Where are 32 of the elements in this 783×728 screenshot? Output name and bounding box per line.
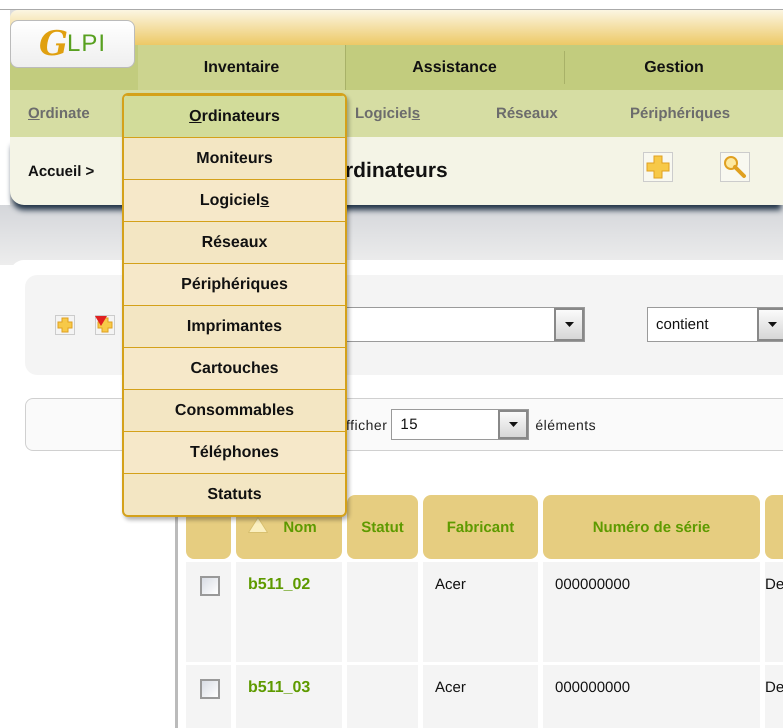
table-cell: 000000000	[543, 562, 760, 662]
operator-select[interactable]: contient	[647, 307, 783, 342]
submenu-link[interactable]: Logiciels	[355, 105, 420, 122]
plus-icon[interactable]	[643, 152, 673, 182]
page-title: rdinateurs	[345, 159, 449, 183]
table-cell: Acer	[423, 665, 538, 728]
pager-label: fficher	[346, 416, 388, 432]
submenu-link[interactable]: Périphériques	[630, 105, 730, 122]
menu-tab[interactable]: Gestion	[565, 51, 783, 84]
menu-item[interactable]: Périphériques	[124, 263, 345, 305]
caret-icon	[508, 422, 518, 427]
menu-item[interactable]: Téléphones	[124, 431, 345, 473]
table-cell: 000000000	[543, 665, 760, 728]
plus-icon[interactable]	[55, 314, 75, 334]
caret-icon	[564, 322, 574, 327]
menu-tab[interactable]: Assistance	[345, 51, 565, 84]
menu-item[interactable]: Statuts	[124, 473, 345, 515]
search-icon[interactable]	[720, 152, 750, 182]
per-page-select[interactable]: 15	[391, 409, 530, 440]
pager-label: éléments	[535, 416, 596, 432]
row-checkbox[interactable]	[200, 679, 220, 699]
submenu-link[interactable]: Réseaux	[496, 105, 558, 122]
submenu-link[interactable]: Ordinate	[28, 105, 90, 122]
row-checkbox[interactable]	[200, 576, 220, 596]
menu-tab[interactable]: Inventaire	[138, 45, 345, 90]
menu-item[interactable]: Ordinateurs	[124, 95, 345, 137]
breadcrumb-link[interactable]: Accueil >	[28, 162, 94, 180]
menu-item[interactable]: Logiciels	[124, 179, 345, 221]
table-cell: Acer	[423, 562, 538, 662]
plus-triangle-icon[interactable]	[95, 314, 115, 334]
caret-icon	[768, 322, 776, 327]
menu-item[interactable]: Cartouches	[124, 347, 345, 389]
